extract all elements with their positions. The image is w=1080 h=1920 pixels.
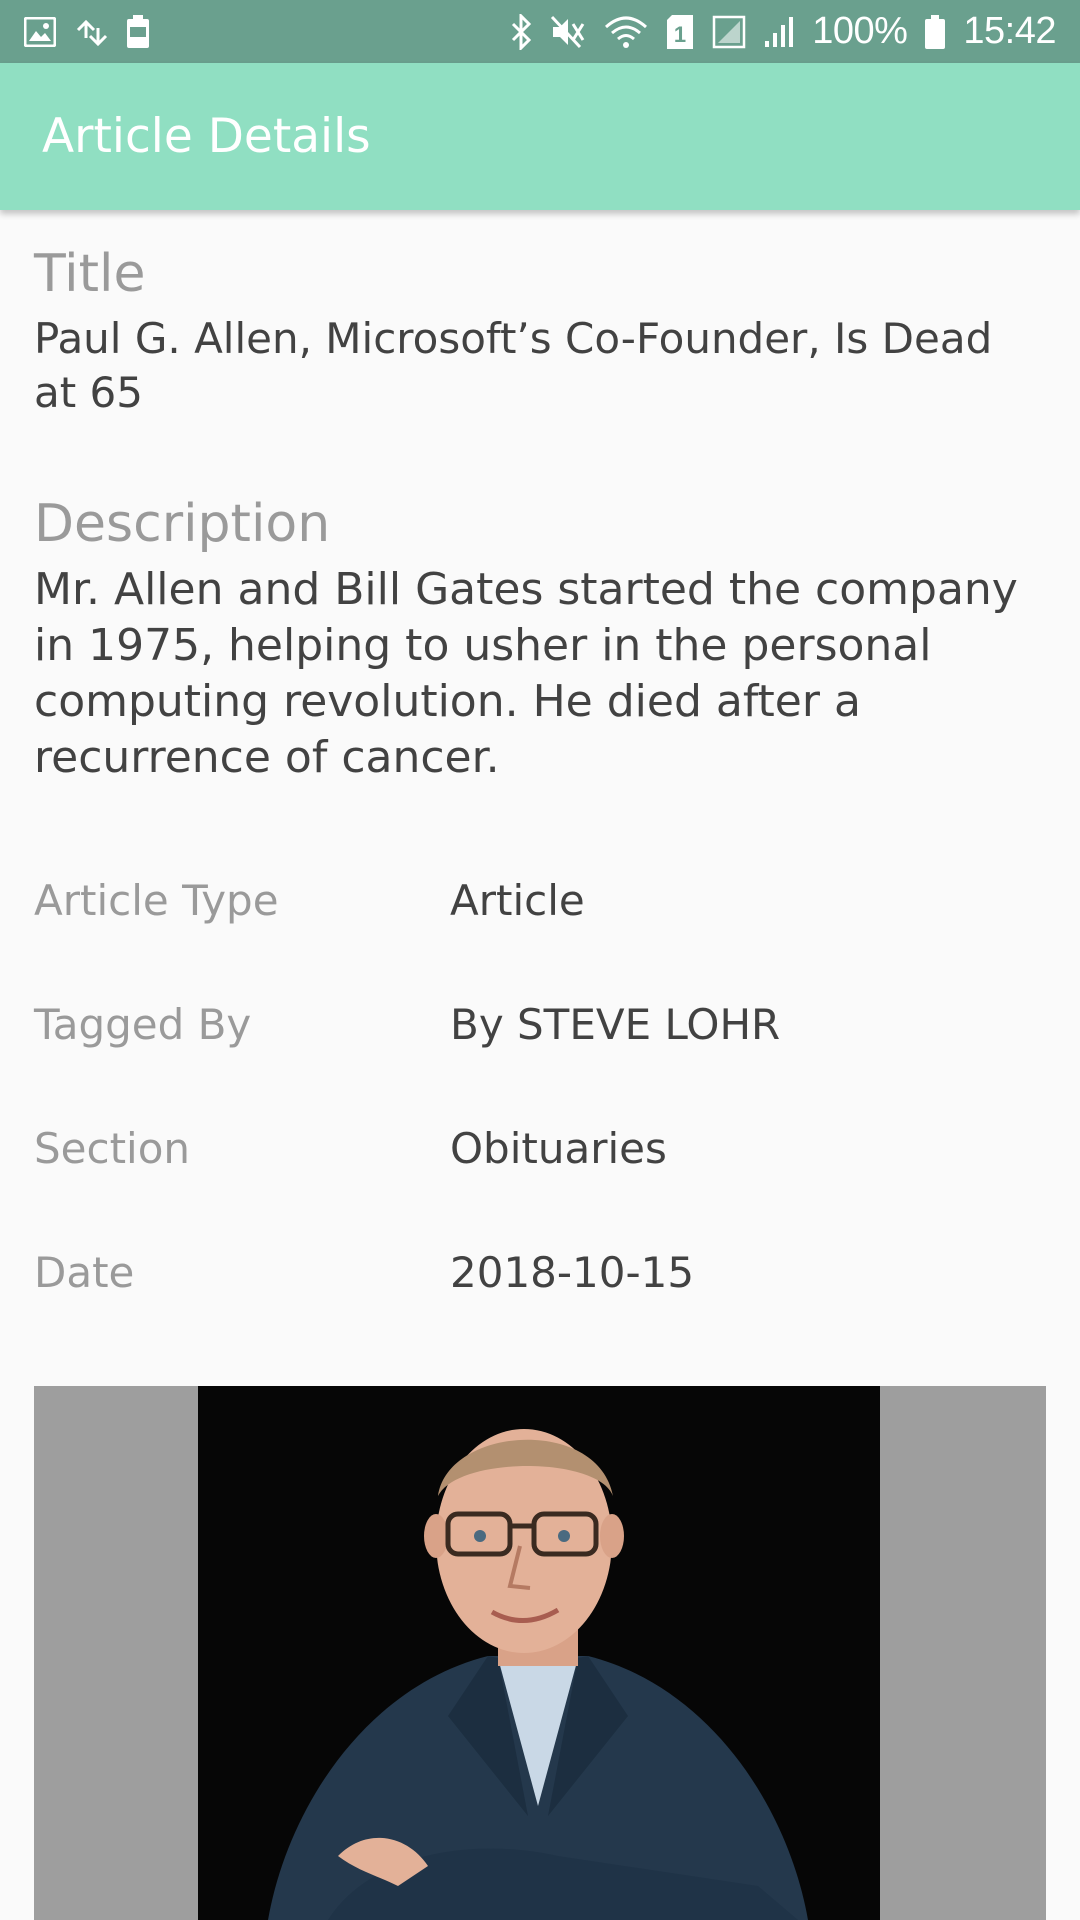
battery-saver-icon [126, 14, 150, 49]
meta-label: Section [34, 1123, 191, 1173]
meta-row-date: Date 2018-10-15 [34, 1210, 1046, 1334]
article-photo [198, 1386, 880, 1920]
status-bar-right: 1 100% 15:42 [510, 10, 1056, 53]
meta-row-tagged-by: Tagged By By STEVE LOHR [34, 962, 1046, 1086]
title-label: Title [34, 244, 146, 304]
status-bar: 1 100% 15:42 [0, 0, 1080, 63]
meta-value: By STEVE LOHR [450, 999, 781, 1049]
signal-icon [712, 15, 746, 49]
sim-slot-number: 1 [674, 22, 686, 47]
description-label: Description [34, 494, 331, 554]
sim-icon: 1 [666, 14, 694, 49]
battery-percent: 100% [812, 10, 908, 52]
bluetooth-icon [510, 13, 532, 50]
meta-value: Article [450, 875, 585, 925]
meta-row-section: Section Obituaries [34, 1086, 1046, 1210]
clock: 15:42 [963, 10, 1056, 52]
meta-value: Obituaries [450, 1123, 667, 1173]
meta-row-article-type: Article Type Article [34, 838, 1046, 962]
image-icon [24, 16, 56, 47]
app-bar: Article Details [0, 63, 1080, 210]
mute-icon [550, 15, 586, 49]
meta-label: Tagged By [34, 999, 252, 1049]
wifi-icon [604, 15, 648, 49]
article-meta: Article Type Article Tagged By By STEVE … [34, 838, 1046, 1334]
meta-label: Date [34, 1247, 135, 1297]
article-image-frame [34, 1386, 1046, 1920]
battery-icon [925, 14, 946, 49]
page-title: Article Details [42, 109, 371, 164]
article-description: Mr. Allen and Bill Gates started the com… [34, 564, 1018, 783]
meta-label: Article Type [34, 875, 279, 925]
status-bar-left [24, 14, 150, 49]
meta-value: 2018-10-15 [450, 1247, 695, 1297]
portrait-illustration [198, 1386, 880, 1920]
article-title: Paul G. Allen, Microsoft’s Co-Founder, I… [34, 314, 993, 417]
signal-bars-icon [764, 15, 794, 49]
article-details: Title Paul G. Allen, Microsoft’s Co-Foun… [34, 210, 1046, 1334]
transfer-icon [74, 16, 108, 48]
